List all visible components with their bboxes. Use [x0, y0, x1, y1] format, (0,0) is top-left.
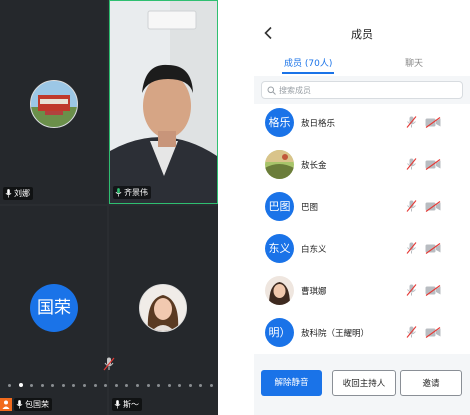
search-input[interactable]: 搜索成员 — [261, 81, 463, 99]
portrait-photo-icon — [265, 276, 294, 305]
host-badge-icon — [0, 398, 12, 411]
member-avatar — [265, 150, 294, 179]
building-photo-icon — [31, 81, 77, 127]
member-row[interactable]: 敖长金 — [254, 146, 470, 188]
page-dot[interactable] — [18, 383, 23, 387]
member-row[interactable]: 东义 白东义 — [254, 230, 470, 272]
nav-bar: 成员 — [254, 0, 470, 50]
member-name: 巴图 — [301, 203, 319, 213]
tab-members[interactable]: 成员 (70人) — [284, 56, 332, 69]
member-row[interactable]: 巴图 巴图 — [254, 188, 470, 230]
camera-off-icon[interactable] — [425, 117, 441, 128]
participant-name-tag: 包国荣 — [14, 398, 52, 411]
tab-chat[interactable]: 聊天 — [405, 56, 423, 69]
member-name: 白东义 — [301, 245, 327, 255]
participant-avatar-text: 国荣 — [30, 284, 78, 332]
camera-off-icon[interactable] — [425, 201, 441, 212]
camera-off-icon[interactable] — [425, 327, 441, 338]
muted-microphone-icon[interactable] — [406, 284, 417, 296]
participant-name: 包国荣 — [25, 400, 49, 409]
video-grid: 刘娜 齐景伟 国荣 包国荣 斯～ — [0, 0, 218, 415]
camera-off-icon[interactable] — [425, 159, 441, 170]
footer-actions: 解除静音 收回主持人 邀请 — [254, 360, 470, 415]
invite-button[interactable]: 邀请 — [400, 370, 462, 396]
participant-name: 齐景伟 — [124, 188, 148, 197]
video-tile-1[interactable]: 刘娜 — [0, 0, 107, 204]
page-dot[interactable] — [30, 383, 34, 387]
member-avatar — [265, 276, 294, 305]
page-dot[interactable] — [167, 383, 171, 387]
page-dot[interactable] — [178, 383, 182, 387]
search-placeholder: 搜索成员 — [279, 85, 311, 95]
member-name: 敖长金 — [301, 161, 327, 171]
member-list[interactable]: 格乐 敖日格乐 敖长金 巴图 巴图 东义 白东义 曹琪娜 明） 敖科院（王耀明） — [254, 104, 470, 354]
members-panel: 成员 成员 (70人) 聊天 搜索成员 格乐 敖日格乐 敖长金 巴图 巴图 东义 白东义 曹琪… — [254, 0, 470, 415]
page-indicator[interactable] — [8, 382, 213, 388]
muted-microphone-icon[interactable] — [406, 326, 417, 338]
member-row[interactable]: 格乐 敖日格乐 — [254, 104, 470, 146]
participant-name-tag: 齐景伟 — [113, 186, 151, 199]
page-dot[interactable] — [8, 383, 11, 387]
participant-name: 刘娜 — [14, 189, 30, 198]
page-dot[interactable] — [93, 383, 97, 387]
active-tab-indicator — [282, 72, 334, 74]
member-row[interactable]: 曹琪娜 — [254, 272, 470, 314]
search-icon — [267, 86, 276, 95]
page-dot[interactable] — [72, 383, 76, 387]
woman-portrait-icon — [140, 285, 186, 331]
participant-avatar — [30, 80, 78, 128]
page-dot[interactable] — [209, 383, 213, 387]
microphone-speaking-icon — [115, 188, 122, 197]
member-name: 敖日格乐 — [301, 119, 336, 129]
reclaim-host-button[interactable]: 收回主持人 — [332, 370, 396, 396]
member-avatar-text: 巴图 — [265, 192, 294, 221]
page-dot[interactable] — [157, 383, 161, 387]
speaker-video — [110, 1, 217, 203]
page-dot[interactable] — [114, 383, 118, 387]
muted-microphone-icon[interactable] — [406, 158, 417, 170]
member-name: 敖科院（王耀明） — [301, 329, 370, 339]
muted-microphone-icon[interactable] — [103, 357, 115, 371]
participant-name-tag: 斯～ — [112, 398, 142, 411]
page-dot[interactable] — [104, 383, 108, 387]
microphone-icon — [114, 400, 121, 409]
page-title: 成员 — [351, 28, 373, 41]
page-dot[interactable] — [146, 383, 150, 387]
page-dot[interactable] — [61, 383, 65, 387]
page-dot[interactable] — [135, 383, 139, 387]
member-row[interactable]: 明） 敖科院（王耀明） — [254, 314, 470, 354]
member-avatar-text: 明） — [265, 318, 294, 347]
muted-microphone-icon[interactable] — [406, 200, 417, 212]
muted-microphone-icon[interactable] — [406, 116, 417, 128]
muted-microphone-icon[interactable] — [406, 242, 417, 254]
member-avatar-text: 格乐 — [265, 108, 294, 137]
page-dot[interactable] — [51, 383, 55, 387]
page-dot[interactable] — [40, 383, 44, 387]
landscape-photo-icon — [265, 150, 294, 179]
unmute-all-button[interactable]: 解除静音 — [261, 370, 322, 396]
microphone-icon — [16, 400, 23, 409]
microphone-icon — [5, 189, 12, 198]
participant-name: 斯～ — [123, 400, 139, 409]
tab-bar: 成员 (70人) 聊天 — [254, 50, 470, 76]
page-dot[interactable] — [83, 383, 87, 387]
member-name: 曹琪娜 — [301, 287, 327, 297]
participant-name-tag: 刘娜 — [3, 187, 33, 200]
camera-off-icon[interactable] — [425, 243, 441, 254]
member-avatar-text: 东义 — [265, 234, 294, 263]
page-dot[interactable] — [125, 383, 129, 387]
participant-avatar — [139, 284, 187, 332]
page-dot[interactable] — [199, 383, 203, 387]
camera-off-icon[interactable] — [425, 285, 441, 296]
video-tile-2-active-speaker[interactable]: 齐景伟 — [109, 0, 218, 204]
page-dot[interactable] — [188, 383, 192, 387]
